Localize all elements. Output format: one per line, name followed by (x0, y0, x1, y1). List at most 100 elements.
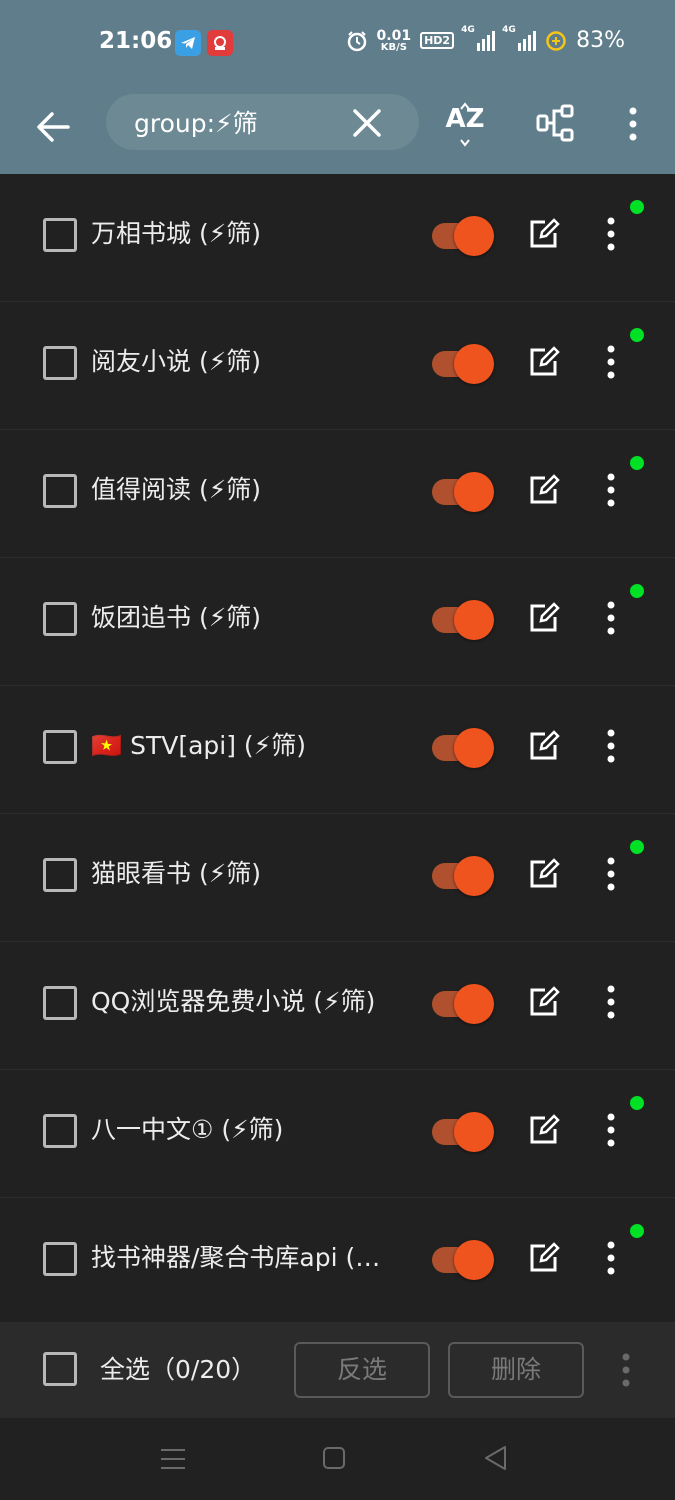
toolbar-more-button[interactable] (618, 104, 648, 144)
row-checkbox[interactable] (43, 474, 77, 508)
row-checkbox[interactable] (43, 858, 77, 892)
source-row[interactable]: 猫眼看书 (⚡筛) (0, 814, 675, 942)
edit-button[interactable] (525, 216, 561, 252)
close-icon (353, 109, 381, 137)
row-more-button[interactable] (600, 1110, 622, 1150)
row-more-button[interactable] (600, 470, 622, 510)
select-all-checkbox[interactable] (43, 1352, 77, 1386)
source-enable-toggle[interactable] (432, 1238, 494, 1280)
net-speed-unit: KB/S (380, 41, 407, 53)
source-enable-toggle[interactable] (432, 1110, 494, 1152)
source-row[interactable]: 八一中文① (⚡筛) (0, 1070, 675, 1198)
alarm-icon (347, 30, 366, 51)
row-checkbox[interactable] (43, 1114, 77, 1148)
selection-more-button[interactable] (614, 1350, 638, 1390)
source-row[interactable]: 万相书城 (⚡筛) (0, 174, 675, 302)
edit-icon (530, 986, 560, 1016)
source-enable-toggle[interactable] (432, 854, 494, 896)
source-row[interactable]: QQ浏览器免费小说 (⚡筛) (0, 942, 675, 1070)
source-row[interactable]: 饭团追书 (⚡筛) (0, 558, 675, 686)
delete-button[interactable]: 删除 (448, 1342, 584, 1398)
source-name: 值得阅读 (⚡筛) (91, 475, 262, 504)
group-tree-button[interactable] (534, 102, 576, 144)
row-more-button[interactable] (600, 854, 622, 894)
source-enable-toggle[interactable] (432, 214, 494, 256)
status-time: 21:06 (99, 28, 173, 54)
more-vertical-icon (629, 107, 637, 141)
hd-badge: HD2 (420, 32, 455, 49)
source-row[interactable]: 阅友小说 (⚡筛) (0, 302, 675, 430)
nav-recents-button[interactable] (160, 1446, 186, 1472)
edit-button[interactable] (525, 600, 561, 636)
more-vertical-icon (607, 729, 615, 763)
battery-percent: 83% (576, 28, 625, 53)
source-name: QQ浏览器免费小说 (⚡筛) (91, 987, 376, 1016)
signal-2-label: 4G (502, 24, 516, 35)
edit-icon (530, 474, 560, 504)
signal-1-label: 4G (461, 24, 475, 35)
search-input[interactable] (134, 106, 344, 138)
row-more-button[interactable] (600, 982, 622, 1022)
online-status-dot (630, 200, 644, 214)
source-enable-toggle[interactable] (432, 982, 494, 1024)
source-row[interactable]: 🇻🇳 STV[api] (⚡筛) (0, 686, 675, 814)
edit-icon (530, 602, 560, 632)
source-enable-toggle[interactable] (432, 470, 494, 512)
edit-icon (530, 730, 560, 760)
sort-az-button[interactable]: AZ (443, 102, 487, 147)
row-more-button[interactable] (600, 726, 622, 766)
status-bar: 21:06 0.01 KB/S HD2 4G 4G 83% (0, 0, 675, 86)
source-enable-toggle[interactable] (432, 598, 494, 640)
invert-selection-button[interactable]: 反选 (294, 1342, 430, 1398)
edit-icon (530, 858, 560, 888)
row-checkbox[interactable] (43, 218, 77, 252)
app-notification-icon (207, 30, 233, 56)
signal-1-icon: 4G (461, 25, 496, 51)
source-row[interactable]: 找书神器/聚合书库api (⚡筛) (0, 1198, 675, 1322)
edit-button[interactable] (525, 1240, 561, 1276)
more-vertical-icon (607, 601, 615, 635)
back-button[interactable] (30, 104, 76, 150)
source-row[interactable]: 值得阅读 (⚡筛) (0, 430, 675, 558)
more-vertical-icon (607, 985, 615, 1019)
nav-home-button[interactable] (322, 1446, 346, 1470)
net-speed-value: 0.01 (376, 27, 412, 44)
battery-saver-icon (546, 30, 566, 51)
row-more-button[interactable] (600, 1238, 622, 1278)
select-all-label[interactable]: 全选（0/20） (100, 1350, 256, 1386)
source-enable-toggle[interactable] (432, 342, 494, 384)
source-enable-toggle[interactable] (432, 726, 494, 768)
row-more-button[interactable] (600, 342, 622, 382)
online-status-dot (630, 1096, 644, 1110)
square-icon (323, 1447, 345, 1469)
edit-button[interactable] (525, 472, 561, 508)
row-checkbox[interactable] (43, 346, 77, 380)
row-checkbox[interactable] (43, 602, 77, 636)
signal-2-icon: 4G (502, 25, 537, 51)
nav-back-button[interactable] (482, 1444, 508, 1472)
edit-button[interactable] (525, 984, 561, 1020)
selection-bar: 全选（0/20） 反选 删除 (0, 1322, 675, 1418)
source-name: 阅友小说 (⚡筛) (91, 347, 262, 376)
source-name: 猫眼看书 (⚡筛) (91, 859, 262, 888)
row-more-button[interactable] (600, 214, 622, 254)
row-checkbox[interactable] (43, 730, 77, 764)
source-name: 找书神器/聚合书库api (⚡筛) (91, 1243, 391, 1272)
more-vertical-icon (607, 1241, 615, 1275)
row-checkbox[interactable] (43, 986, 77, 1020)
telegram-icon (175, 30, 201, 56)
edit-button[interactable] (525, 1112, 561, 1148)
tree-structure-icon (536, 104, 574, 142)
search-box (106, 94, 419, 150)
edit-button[interactable] (525, 728, 561, 764)
source-name: 八一中文① (⚡筛) (91, 1115, 284, 1144)
online-status-dot (630, 840, 644, 854)
status-indicators: 0.01 KB/S HD2 4G 4G 83% (346, 25, 625, 53)
clear-search-button[interactable] (350, 106, 384, 140)
online-status-dot (630, 584, 644, 598)
edit-button[interactable] (525, 344, 561, 380)
row-more-button[interactable] (600, 598, 622, 638)
edit-button[interactable] (525, 856, 561, 892)
more-vertical-icon (622, 1353, 630, 1387)
row-checkbox[interactable] (43, 1242, 77, 1276)
